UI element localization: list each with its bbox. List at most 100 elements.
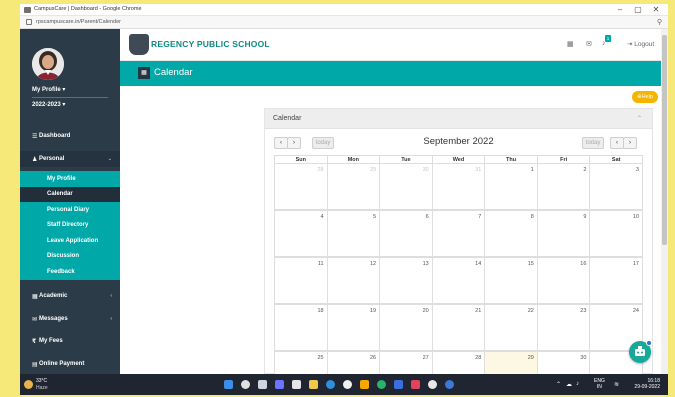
prev-month-button-right[interactable]: ‹ — [610, 137, 624, 149]
app-icon-5[interactable] — [428, 380, 437, 389]
calendar-day-cell[interactable]: 31 — [431, 163, 486, 210]
teams-icon[interactable] — [275, 380, 284, 389]
calendar-day-cell[interactable]: 13 — [379, 257, 433, 304]
calendar-day-cell[interactable]: 1 — [484, 163, 538, 210]
day-number: 28 — [475, 355, 482, 361]
sidebar-item-online-payment[interactable]: ▤ Online Payment — [20, 356, 120, 372]
calendar-day-cell[interactable]: 7 — [431, 210, 486, 257]
next-month-button-right[interactable]: › — [623, 137, 637, 149]
collapse-caret-icon[interactable]: ⌃ — [637, 115, 642, 122]
widgets-icon[interactable] — [292, 380, 301, 389]
sidebar-item-academic[interactable]: ▦ Academic ‹ — [20, 288, 120, 304]
sidebar-item-dashboard[interactable]: ☰ Dashboard — [20, 128, 120, 144]
calendar-day-cell[interactable]: 19 — [326, 304, 381, 351]
calendar-day-cell[interactable]: 17 — [589, 257, 643, 304]
submenu-my-profile[interactable]: My Profile — [20, 171, 120, 187]
calendar-icon: ▦ — [138, 67, 150, 79]
calendar-panel: Calendar ⌃ ‹ › today September 2022 toda… — [264, 108, 653, 374]
submenu-leave-application[interactable]: Leave Application — [20, 233, 120, 249]
day-number: 5 — [373, 214, 377, 220]
language-indicator[interactable]: ENG IN — [594, 378, 605, 390]
day-number: 16 — [580, 261, 587, 267]
submenu-feedback[interactable]: Feedback — [20, 264, 120, 280]
day-number: 28 — [317, 167, 324, 173]
app-icon-1[interactable] — [360, 380, 369, 389]
address-bar[interactable]: rpscampuscare.in/Parent/Calender ⚲ — [20, 16, 668, 29]
wifi-icon[interactable]: ≋ — [614, 381, 619, 388]
calendar-day-cell[interactable]: 25 — [274, 351, 328, 374]
tray-chevron-icon[interactable]: ⌃ — [556, 381, 561, 388]
calendar-day-cell[interactable]: 16 — [536, 257, 591, 304]
calendar-day-cell[interactable]: 30 — [379, 163, 433, 210]
zoom-icon[interactable]: ⚲ — [657, 18, 662, 26]
calendar-day-cell[interactable]: 27 — [379, 351, 433, 374]
task-view-icon[interactable] — [258, 380, 267, 389]
submenu-staff-directory[interactable]: Staff Directory — [20, 217, 120, 233]
weather-widget[interactable]: 33°C Haze — [24, 377, 64, 392]
avatar[interactable] — [32, 48, 64, 80]
clock[interactable]: 16:18 29-09-2022 — [628, 378, 660, 390]
calendar-day-cell[interactable]: 30 — [536, 351, 591, 374]
calendar-day-cell[interactable]: 20 — [379, 304, 433, 351]
calendar-day-cell[interactable]: 8 — [484, 210, 538, 257]
calendar-day-cell[interactable]: 11 — [274, 257, 328, 304]
calendar-day-cell[interactable]: 9 — [536, 210, 591, 257]
windows-taskbar: 33°C Haze ⌃ ☁ ♪ ENG IN ≋ 16:18 29-09-202… — [20, 374, 668, 395]
help-button[interactable]: ⊕Help — [632, 91, 658, 103]
calendar-day-cell[interactable]: 12 — [326, 257, 381, 304]
today-button-right[interactable]: today — [582, 137, 604, 149]
submenu-personal-diary[interactable]: Personal Diary — [20, 202, 120, 218]
edge-icon[interactable] — [326, 380, 335, 389]
submenu-discussion[interactable]: Discussion — [20, 248, 120, 264]
calendar-day-cell[interactable]: 15 — [484, 257, 538, 304]
calendar-day-cell[interactable]: 14 — [431, 257, 486, 304]
app-icon-3[interactable] — [394, 380, 403, 389]
calendar-day-cell[interactable]: 28 — [431, 351, 486, 374]
app-icon-2[interactable] — [377, 380, 386, 389]
submenu-calendar[interactable]: Calendar — [20, 186, 120, 202]
cloud-icon[interactable]: ☁ — [566, 381, 572, 388]
calendar-day-cell[interactable]: 3 — [589, 163, 643, 210]
day-number: 30 — [422, 167, 429, 173]
maximize-button[interactable]: ▢ — [628, 4, 648, 16]
calendar-day-cell[interactable]: 29 — [326, 163, 381, 210]
calendar-day-cell[interactable]: 6 — [379, 210, 433, 257]
sidebar-item-personal[interactable]: ♟ Personal ⌄ — [20, 151, 120, 167]
mail-icon[interactable]: ✉ — [586, 40, 592, 48]
chrome-icon[interactable] — [343, 380, 352, 389]
page-scrollbar[interactable] — [661, 29, 668, 374]
calendar-day-cell[interactable]: 2 — [536, 163, 591, 210]
apps-grid-icon[interactable]: ▦ — [567, 40, 574, 48]
calendar-day-cell[interactable]: 21 — [431, 304, 486, 351]
chat-button[interactable] — [629, 340, 652, 363]
calendar-day-cell[interactable]: 5 — [326, 210, 381, 257]
my-profile-dropdown[interactable]: My Profile ▾ — [32, 86, 65, 93]
calendar-day-cell[interactable]: 10 — [589, 210, 643, 257]
calendar-day-cell[interactable]: 26 — [326, 351, 381, 374]
search-icon[interactable] — [241, 380, 250, 389]
calendar-day-cell[interactable]: 28 — [274, 163, 328, 210]
sidebar-item-my-fees[interactable]: ₹ My Fees — [20, 333, 120, 349]
day-number: 22 — [527, 308, 534, 314]
app-icon-4[interactable] — [411, 380, 420, 389]
calendar-day-cell[interactable]: 23 — [536, 304, 591, 351]
scrollbar-thumb[interactable] — [662, 35, 667, 245]
calendar-day-cell[interactable]: 22 — [484, 304, 538, 351]
calendar-day-cell[interactable]: 18 — [274, 304, 328, 351]
day-number: 24 — [632, 308, 639, 314]
session-dropdown[interactable]: 2022-2023 ▾ — [32, 101, 65, 108]
close-window-button[interactable]: ✕ — [646, 4, 666, 16]
app-icon-6[interactable] — [445, 380, 454, 389]
sidebar-item-messages[interactable]: ✉ Messages ‹ — [20, 311, 120, 327]
calendar-day-cell[interactable]: 29 — [484, 351, 538, 374]
speaker-icon[interactable]: ♪ — [576, 381, 579, 387]
start-icon[interactable] — [224, 380, 233, 389]
calendar-day-cell[interactable]: 4 — [274, 210, 328, 257]
file-explorer-icon[interactable] — [309, 380, 318, 389]
url-text[interactable]: rpscampuscare.in/Parent/Calender — [36, 19, 121, 25]
payment-icon: ▤ — [32, 362, 38, 368]
day-number: 29 — [527, 355, 534, 361]
academic-icon: ▦ — [32, 294, 38, 300]
minimize-button[interactable]: – — [610, 4, 630, 16]
logout-button[interactable]: ⇥ Logout — [627, 40, 654, 48]
